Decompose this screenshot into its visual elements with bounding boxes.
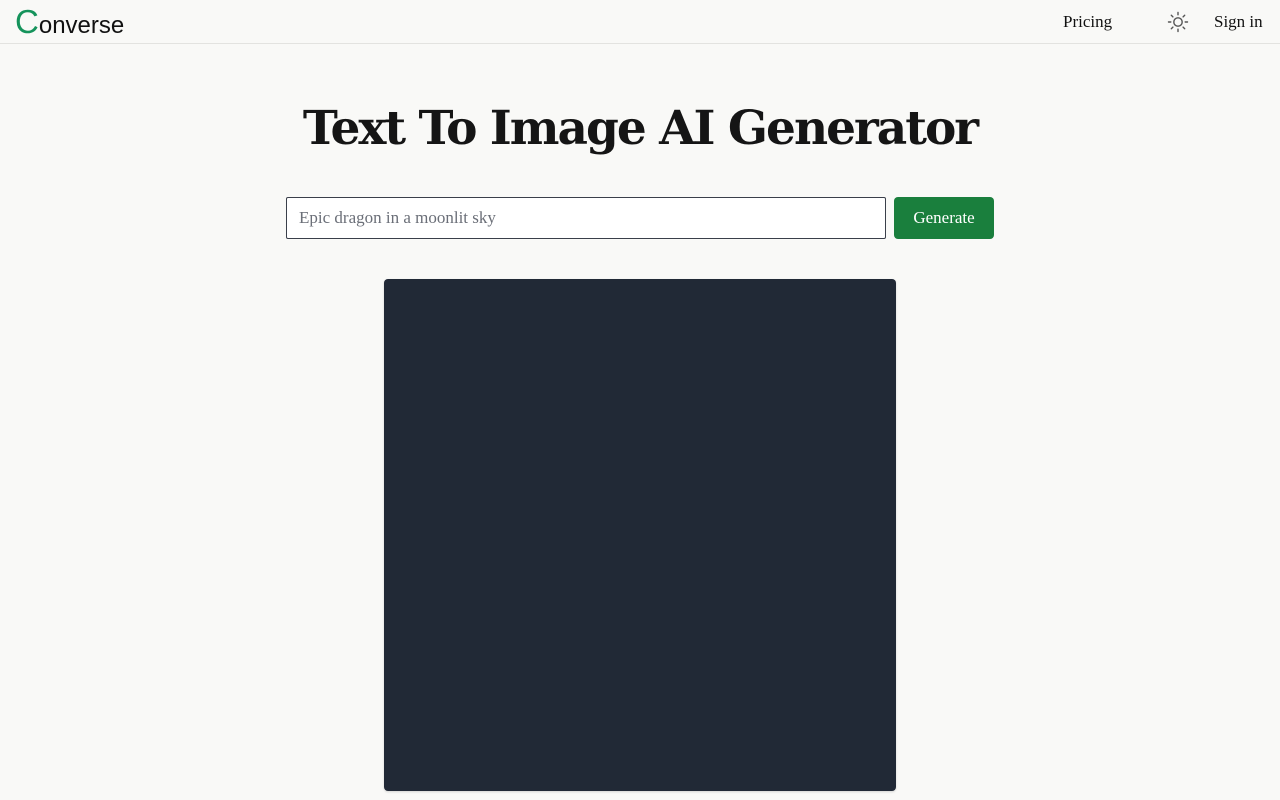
prompt-input[interactable] xyxy=(286,197,886,239)
page-title: Text To Image AI Generator xyxy=(302,101,979,156)
sign-in-link[interactable]: Sign in xyxy=(1214,11,1263,33)
generate-button[interactable]: Generate xyxy=(894,197,994,239)
nav-pricing-link[interactable]: Pricing xyxy=(1063,11,1112,33)
converse-logo[interactable]: C onverse xyxy=(15,4,124,44)
generated-image-placeholder xyxy=(384,279,896,791)
logo-initial: C xyxy=(15,3,39,40)
top-navbar: C onverse Pricing Sign in xyxy=(0,0,1280,44)
sun-icon xyxy=(1167,11,1189,33)
theme-toggle-button[interactable] xyxy=(1167,11,1189,33)
logo-wordmark: onverse xyxy=(38,12,125,39)
